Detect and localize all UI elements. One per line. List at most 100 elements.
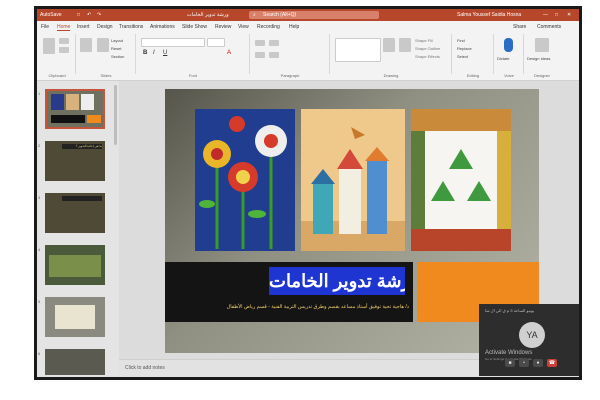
tab-review[interactable]: Review (215, 24, 231, 30)
thumb-image (51, 94, 64, 110)
thumbnail-scrollbar[interactable] (114, 85, 117, 145)
share-button[interactable]: Share (513, 24, 526, 30)
thumb-orange-block (87, 115, 101, 123)
layout-button[interactable]: Layout (111, 38, 123, 43)
tab-design[interactable]: Design (97, 24, 113, 30)
shape-fill-button[interactable]: Shape Fill (415, 38, 433, 43)
font-name-dropdown[interactable] (141, 38, 205, 47)
thumb-number: 1 (38, 91, 41, 96)
microphone-icon[interactable] (504, 38, 513, 52)
tab-insert[interactable]: Insert (77, 24, 90, 30)
houses-craft-drawing (301, 109, 405, 251)
thumb-number: 4 (38, 247, 41, 252)
slide-thumbnail-5[interactable] (45, 297, 105, 337)
search-icon: ⌕ (253, 12, 256, 18)
font-color-icon[interactable]: A (227, 50, 231, 56)
tab-animations[interactable]: Animations (150, 24, 175, 30)
close-button[interactable]: ✕ (567, 12, 571, 18)
tab-recording[interactable]: Recording (257, 24, 280, 30)
autosave-toggle[interactable]: AutoSave (40, 12, 62, 18)
user-name[interactable]: Salma Youssef Saidia Hosna (457, 12, 521, 18)
undo-icon[interactable]: ↶ (87, 12, 91, 18)
reuse-slides-icon[interactable] (97, 38, 109, 52)
thumb-number: 6 (38, 351, 41, 356)
avatar: YA (519, 322, 545, 348)
shape-effects-button[interactable]: Shape Effects (415, 54, 440, 59)
document-title: ورشة تدوير الخامات (187, 12, 229, 18)
slide-thumbnail-4[interactable] (45, 245, 105, 285)
bold-icon[interactable]: B (143, 50, 147, 56)
underline-icon[interactable]: U (163, 50, 167, 56)
group-designer: Design Ideas Designer (525, 34, 559, 78)
thumb-heading: ما هي إعادة التدوير ؟ (62, 144, 102, 149)
search-box[interactable]: ⌕ Search (Alt+Q) (249, 11, 379, 19)
italic-icon[interactable]: I (153, 50, 155, 56)
align-center-icon[interactable] (269, 52, 279, 58)
design-ideas-icon[interactable] (535, 38, 549, 52)
meeting-overlay: يونيو الساعة 5 م ق الي ال شا YA Activate… (479, 304, 579, 376)
align-left-icon[interactable] (255, 52, 265, 58)
dictate-button[interactable]: Dictate (497, 56, 509, 61)
tab-transitions[interactable]: Transitions (119, 24, 143, 30)
font-size-dropdown[interactable] (207, 38, 225, 47)
numbering-icon[interactable] (269, 40, 279, 46)
new-slide-icon[interactable] (80, 38, 92, 52)
design-ideas-button[interactable]: Design Ideas (527, 56, 550, 61)
group-editing: Find Replace Select Editing (453, 34, 494, 78)
slide-thumbnail-1[interactable] (45, 89, 105, 129)
group-label: Voice (504, 73, 514, 78)
tab-help[interactable]: Help (289, 24, 299, 30)
minimize-button[interactable]: — (543, 12, 548, 18)
slide-subtitle: د/ هاجية تحية توفيق أستاذ مساعد بقسم وطر… (226, 304, 409, 310)
copy-icon[interactable] (59, 47, 69, 53)
title-placeholder[interactable]: ورشة تدوير الخامات د/ هاجية تحية توفيق أ… (165, 262, 413, 322)
microphone-icon[interactable]: • (519, 359, 529, 367)
title-bar: AutoSave □ ↶ ↷ ورشة تدوير الخامات ⌕ Sear… (37, 9, 579, 21)
find-button[interactable]: Find (457, 38, 465, 43)
quick-styles-icon[interactable] (399, 38, 411, 52)
activate-windows-title: Activate Windows (485, 350, 533, 356)
group-label: Editing (466, 73, 480, 78)
meeting-header: يونيو الساعة 5 م ق الي ال شا (485, 308, 535, 313)
thumb-number: 5 (38, 299, 41, 304)
redo-icon[interactable]: ↷ (97, 12, 101, 18)
group-label: Paragraph (280, 73, 300, 78)
tab-slide-show[interactable]: Slide Show (182, 24, 207, 30)
shape-outline-button[interactable]: Shape Outline (415, 46, 440, 51)
section-button[interactable]: Section (111, 54, 124, 59)
maximize-button[interactable]: □ (555, 12, 558, 18)
camera-icon[interactable]: ● (533, 359, 543, 367)
shapes-gallery[interactable] (335, 38, 381, 62)
slide-thumbnail-2[interactable]: ما هي إعادة التدوير ؟ (45, 141, 105, 181)
paste-icon[interactable] (43, 38, 55, 54)
reset-button[interactable]: Reset (111, 46, 121, 51)
ribbon: Clipboard Layout Reset Section Slides B … (37, 32, 579, 81)
bullets-icon[interactable] (255, 40, 265, 46)
thumb-image (81, 94, 94, 110)
save-icon[interactable]: □ (77, 12, 80, 18)
participants-icon[interactable]: ■ (505, 359, 515, 367)
search-placeholder: Search (Alt+Q) (263, 12, 297, 18)
group-label: Drawing (383, 73, 399, 78)
arrange-icon[interactable] (383, 38, 395, 52)
group-drawing: Shape Fill Shape Outline Shape Effects D… (331, 34, 452, 78)
thumb-image (66, 94, 79, 110)
select-button[interactable]: Select (457, 54, 468, 59)
group-voice: Dictate Voice (495, 34, 524, 78)
slide-thumbnail-3[interactable] (45, 193, 105, 233)
notes-placeholder: Click to add notes (125, 365, 165, 371)
recycle-symbol-icon (411, 109, 511, 251)
comments-button[interactable]: Comments (537, 24, 561, 30)
tab-file[interactable]: File (41, 24, 49, 30)
tab-view[interactable]: View (238, 24, 249, 30)
thumb-image (55, 305, 95, 329)
tab-home[interactable]: Home (57, 24, 71, 31)
thumb-image (49, 255, 101, 277)
slide-thumbnail-6[interactable] (45, 349, 105, 375)
group-label: Font (188, 73, 197, 78)
cut-icon[interactable] (59, 38, 69, 44)
end-call-icon[interactable]: ☎ (547, 359, 557, 367)
group-clipboard: Clipboard (39, 34, 76, 78)
replace-button[interactable]: Replace (457, 46, 472, 51)
screen-frame: AutoSave □ ↶ ↷ ورشة تدوير الخامات ⌕ Sear… (34, 6, 582, 380)
